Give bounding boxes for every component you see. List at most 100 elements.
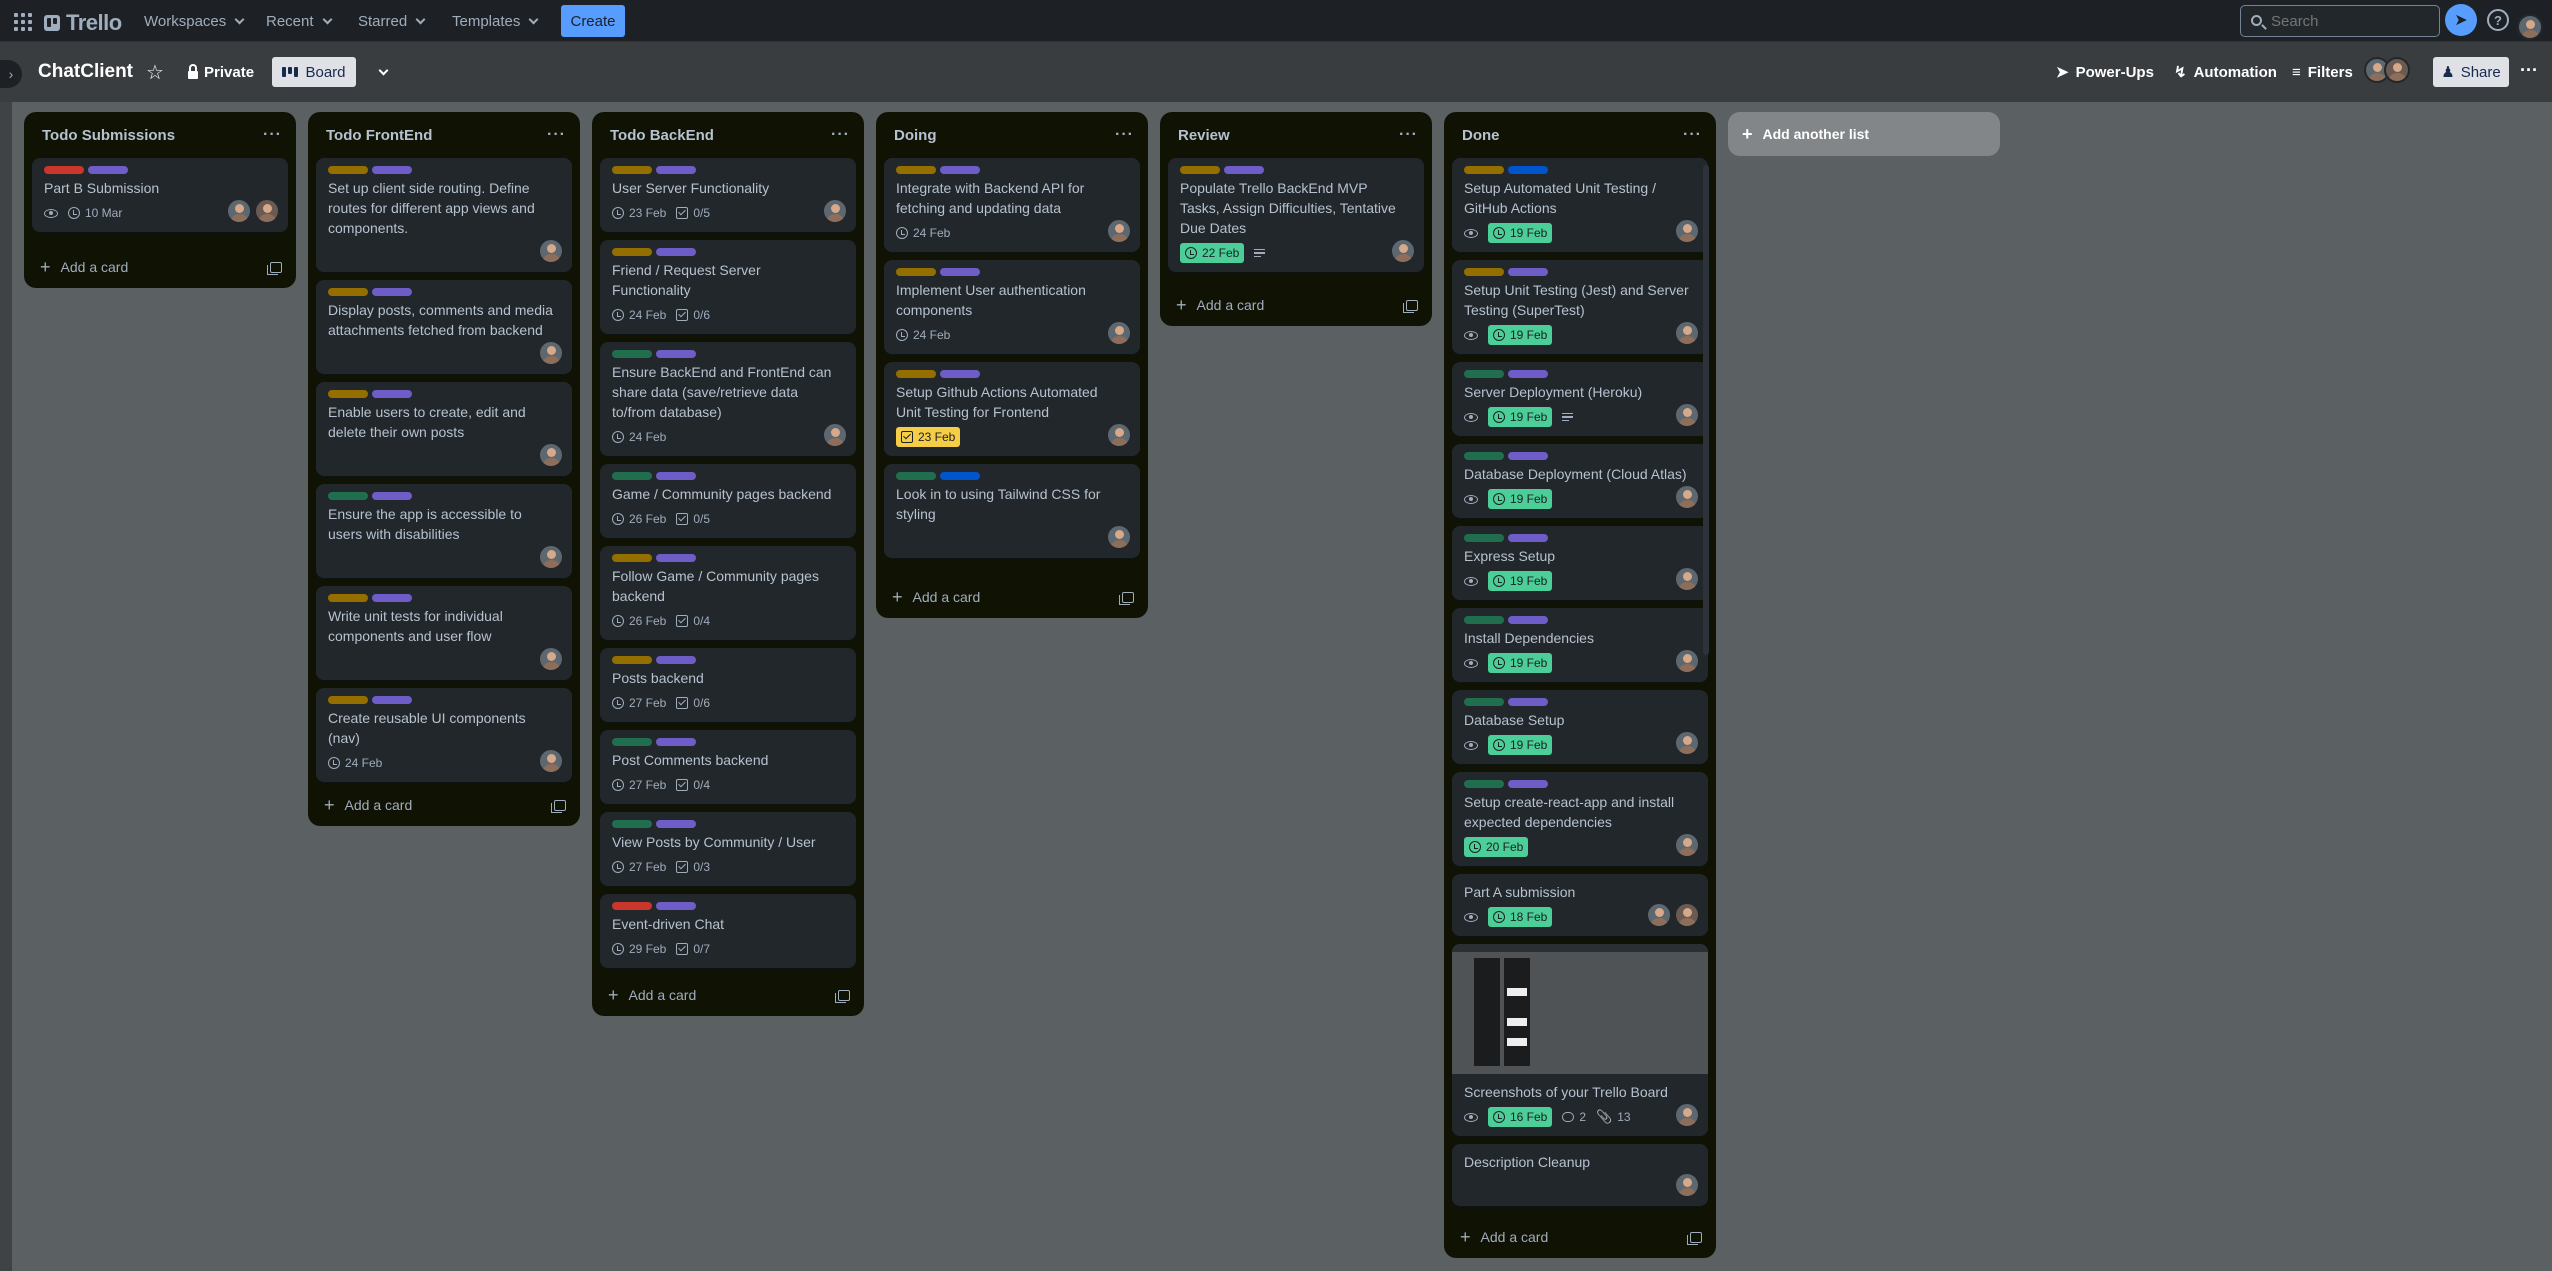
due-date-badge[interactable]: 24 Feb [328,753,382,773]
list-title[interactable]: Todo BackEnd [610,127,714,144]
avatar[interactable] [1106,320,1132,346]
card[interactable]: Setup Automated Unit Testing / GitHub Ac… [1452,158,1708,252]
label-purple[interactable] [1508,698,1548,706]
card-template-icon[interactable] [551,799,566,813]
card[interactable]: Part A submission 18 Feb [1452,874,1708,936]
templates-menu[interactable]: Templates [444,9,545,33]
label-yellow[interactable] [328,166,368,174]
avatar[interactable] [1674,902,1700,928]
label-purple[interactable] [940,166,980,174]
due-date-badge[interactable]: 20 Feb [1464,837,1529,857]
avatar[interactable] [1674,218,1700,244]
automation-button[interactable]: ↯ Automation [2174,58,2277,86]
label-yellow[interactable] [896,268,936,276]
board-menu-icon[interactable]: ··· [2520,60,2538,81]
label-purple[interactable] [1508,268,1548,276]
card[interactable]: Write unit tests for individual componen… [316,586,572,680]
label-purple[interactable] [372,390,412,398]
avatar[interactable] [1674,566,1700,592]
avatar[interactable] [1106,524,1132,550]
card[interactable]: Express Setup 19 Feb [1452,526,1708,600]
list-menu-icon[interactable]: ··· [263,126,282,144]
list-menu-icon[interactable]: ··· [1683,126,1702,144]
card-template-icon[interactable] [1403,299,1418,313]
list-menu-icon[interactable]: ··· [1399,126,1418,144]
view-switcher-button[interactable] [370,61,392,83]
label-yellow[interactable] [1464,166,1504,174]
add-list-button[interactable]: + Add another list [1728,112,2000,156]
done-list-scrollbar[interactable] [1703,165,1709,655]
add-card-button[interactable]: + Add a card [592,974,864,1016]
search-box[interactable] [2240,5,2440,37]
avatar[interactable] [1674,648,1700,674]
avatar[interactable] [226,198,252,224]
label-purple[interactable] [88,166,128,174]
due-date-badge[interactable]: 19 Feb [1488,735,1553,755]
avatar[interactable] [1674,484,1700,510]
card-template-icon[interactable] [835,989,850,1003]
label-red[interactable] [612,902,652,910]
label-purple[interactable] [656,902,696,910]
due-date-badge[interactable]: 18 Feb [1488,907,1553,927]
due-date-badge[interactable]: 16 Feb [1488,1107,1553,1127]
list-title[interactable]: Doing [894,127,937,144]
label-yellow[interactable] [612,656,652,664]
search-input[interactable] [2271,12,2421,30]
label-blue[interactable] [940,472,980,480]
card[interactable]: Database Setup 19 Feb [1452,690,1708,764]
label-purple[interactable] [656,350,696,358]
board-members[interactable] [2364,57,2410,87]
list-title[interactable]: Done [1462,127,1500,144]
list-menu-icon[interactable]: ··· [1115,126,1134,144]
card[interactable]: Implement User authentication components… [884,260,1140,354]
due-date-badge[interactable]: 24 Feb [612,305,666,325]
label-purple[interactable] [1224,166,1264,174]
label-purple[interactable] [1508,370,1548,378]
create-button[interactable]: Create [561,5,625,37]
due-date-badge[interactable]: 24 Feb [612,427,666,447]
label-purple[interactable] [372,594,412,602]
due-date-badge[interactable]: 27 Feb [612,857,666,877]
label-red[interactable] [44,166,84,174]
avatar[interactable] [538,646,564,672]
list-menu-icon[interactable]: ··· [831,126,850,144]
label-green[interactable] [612,820,652,828]
card[interactable]: Display posts, comments and media attach… [316,280,572,374]
label-purple[interactable] [656,656,696,664]
label-blue[interactable] [1508,166,1548,174]
due-date-badge[interactable]: 22 Feb [1180,243,1245,263]
label-yellow[interactable] [1180,166,1220,174]
due-date-badge[interactable]: 19 Feb [1488,325,1553,345]
label-yellow[interactable] [328,390,368,398]
label-purple[interactable] [372,492,412,500]
card[interactable]: Ensure BackEnd and FrontEnd can share da… [600,342,856,456]
label-green[interactable] [1464,370,1504,378]
due-date-badge[interactable]: 19 Feb [1488,489,1553,509]
board-title[interactable]: ChatClient [38,61,133,83]
label-green[interactable] [612,350,652,358]
avatar[interactable] [538,238,564,264]
help-icon[interactable]: ? [2487,9,2509,31]
label-purple[interactable] [656,820,696,828]
card[interactable]: Setup create-react-app and install expec… [1452,772,1708,866]
label-yellow[interactable] [1464,268,1504,276]
account-avatar[interactable] [2517,13,2543,40]
avatar[interactable] [1674,1172,1700,1198]
label-purple[interactable] [372,288,412,296]
due-date-badge[interactable]: 27 Feb [612,693,666,713]
label-green[interactable] [1464,452,1504,460]
notifications-icon[interactable]: ➤ [2445,4,2477,36]
label-purple[interactable] [372,166,412,174]
due-date-badge[interactable]: 19 Feb [1488,653,1553,673]
label-yellow[interactable] [328,288,368,296]
card[interactable]: Populate Trello BackEnd MVP Tasks, Assig… [1168,158,1424,272]
card[interactable]: Follow Game / Community pages backend 26 … [600,546,856,640]
avatar[interactable] [254,198,280,224]
card[interactable]: Database Deployment (Cloud Atlas) 19 Feb [1452,444,1708,518]
card[interactable]: Setup Github Actions Automated Unit Test… [884,362,1140,456]
add-card-button[interactable]: + Add a card [876,576,1148,618]
label-purple[interactable] [372,696,412,704]
card[interactable]: View Posts by Community / User 27 Feb 0/3 [600,812,856,886]
add-card-button[interactable]: + Add a card [1444,1216,1716,1258]
card[interactable]: Game / Community pages backend 26 Feb 0/5 [600,464,856,538]
